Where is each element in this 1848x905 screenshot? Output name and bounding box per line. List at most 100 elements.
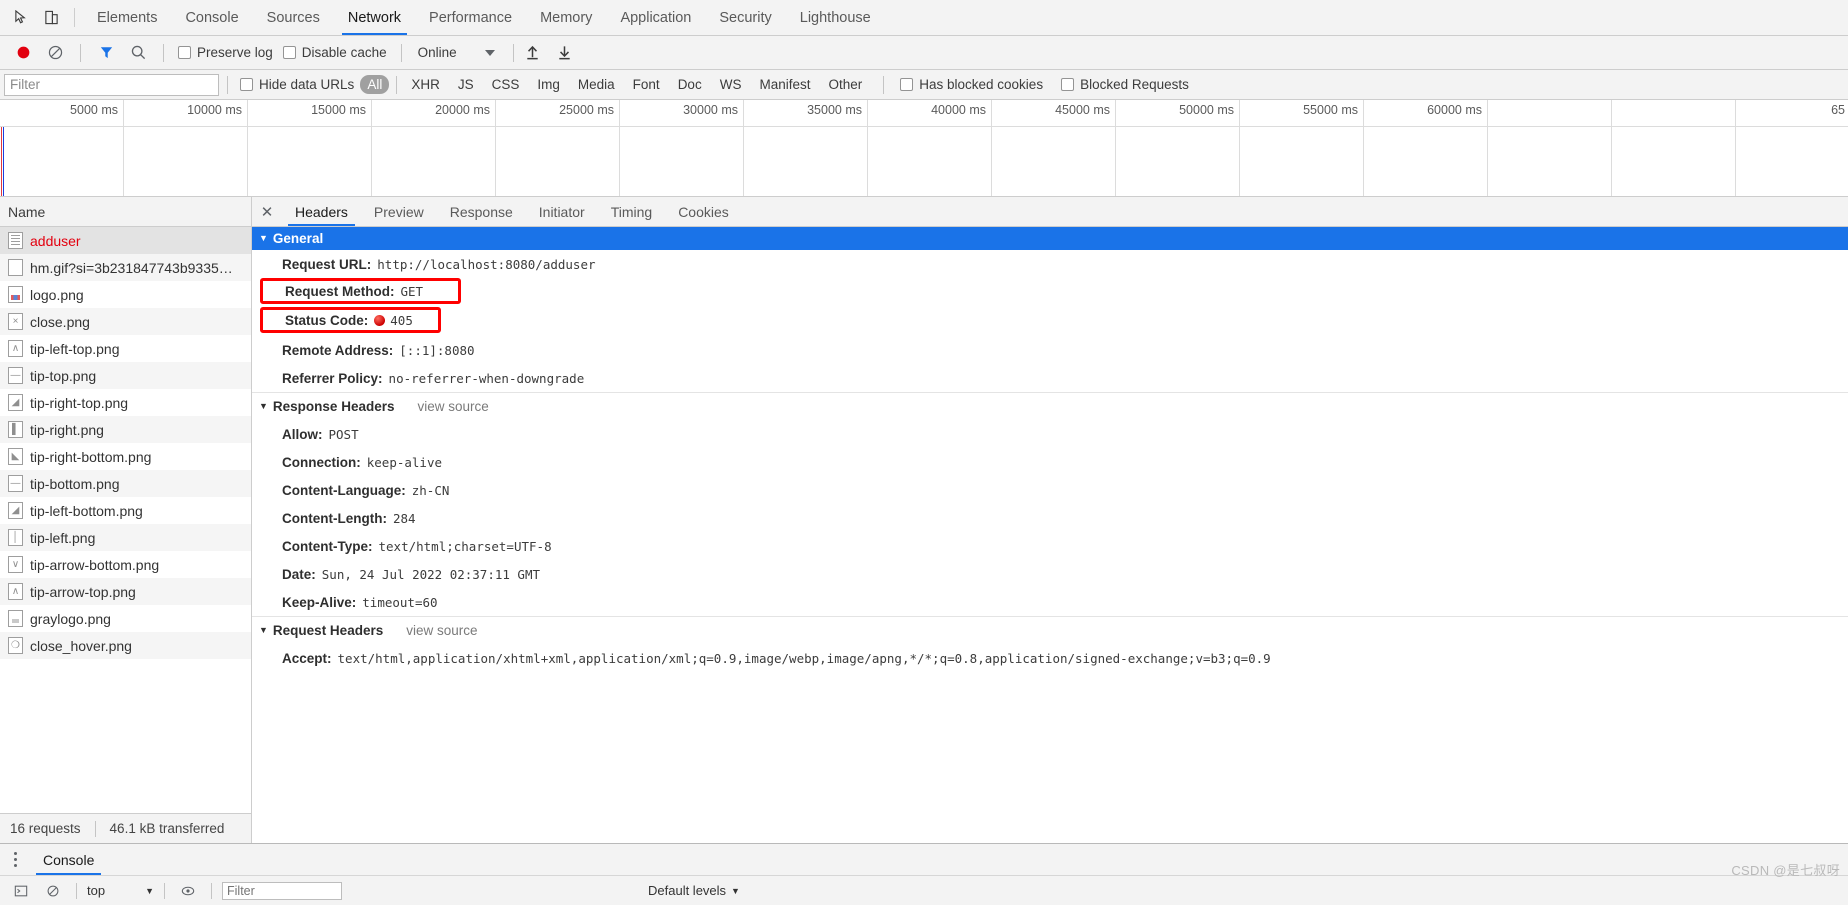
image-caret-up-icon: ∧ (8, 583, 23, 600)
cursor-select-icon[interactable] (6, 0, 36, 35)
table-row[interactable]: logo.png (0, 281, 251, 308)
tab-application[interactable]: Application (606, 0, 705, 35)
record-stop-icon[interactable] (8, 39, 38, 67)
type-filter-img[interactable]: Img (530, 75, 567, 94)
table-row[interactable]: ∧ tip-left-top.png (0, 335, 251, 362)
tab-security[interactable]: Security (705, 0, 785, 35)
preserve-log-checkbox[interactable]: Preserve log (174, 45, 277, 60)
tab-memory[interactable]: Memory (526, 0, 606, 35)
execution-context-select[interactable]: top ▼ (87, 883, 154, 898)
type-filter-other[interactable]: Other (821, 75, 869, 94)
tab-preview[interactable]: Preview (361, 197, 437, 226)
type-filter-doc[interactable]: Doc (671, 75, 709, 94)
network-overview-timeline[interactable]: 5000 ms 10000 ms 15000 ms 20000 ms 25000… (0, 100, 1848, 197)
tab-initiator[interactable]: Initiator (526, 197, 598, 226)
image-bar-icon: ▌ (8, 421, 23, 438)
header-key: Connection: (282, 454, 361, 470)
header-key: Date: (282, 566, 316, 582)
filter-input[interactable] (4, 73, 219, 96)
tab-lighthouse[interactable]: Lighthouse (786, 0, 885, 35)
tab-sources[interactable]: Sources (253, 0, 334, 35)
section-header-general[interactable]: ▼ General (252, 227, 1848, 250)
watermark: CSDN @是七叔呀 (1731, 863, 1840, 878)
console-drawer: Console top ▼ Filter Default levels ▼ (0, 843, 1848, 905)
table-row[interactable]: ◢ tip-left-bottom.png (0, 497, 251, 524)
throttling-select-value[interactable]: Online (412, 45, 457, 60)
table-row[interactable]: — tip-bottom.png (0, 470, 251, 497)
request-name: tip-bottom.png (30, 475, 120, 492)
tab-performance[interactable]: Performance (415, 0, 526, 35)
device-toolbar-icon[interactable] (36, 0, 66, 35)
header-value: http://localhost:8080/adduser (377, 256, 596, 272)
hide-data-urls-checkbox[interactable]: Hide data URLs (236, 77, 358, 92)
tab-elements[interactable]: Elements (83, 0, 171, 35)
header-value: Sun, 24 Jul 2022 02:37:11 GMT (321, 566, 541, 582)
section-header-response-headers[interactable]: ▼ Response Headers view source (252, 392, 1848, 420)
type-filter-all[interactable]: All (360, 75, 390, 94)
clear-console-icon[interactable] (40, 884, 66, 898)
request-name: tip-left-top.png (30, 340, 120, 357)
close-icon[interactable]: ✕ (252, 197, 282, 226)
type-filter-ws[interactable]: WS (713, 75, 749, 94)
type-filter-xhr[interactable]: XHR (404, 75, 447, 94)
section-header-request-headers[interactable]: ▼ Request Headers view source (252, 616, 1848, 644)
has-blocked-cookies-checkbox[interactable]: Has blocked cookies (896, 77, 1047, 92)
live-expression-icon[interactable] (175, 884, 201, 898)
table-row[interactable]: ◣ tip-right-bottom.png (0, 443, 251, 470)
view-source-link[interactable]: view source (417, 399, 488, 414)
console-filter-input[interactable] (222, 881, 342, 900)
more-options-icon[interactable] (0, 844, 30, 875)
table-row[interactable]: ∨ tip-arrow-bottom.png (0, 551, 251, 578)
table-row[interactable]: adduser (0, 227, 251, 254)
tab-response[interactable]: Response (437, 197, 526, 226)
filterbar-divider-3 (883, 75, 885, 94)
clear-icon[interactable] (40, 39, 70, 67)
tab-network[interactable]: Network (334, 0, 415, 35)
table-row[interactable]: hm.gif?si=3b231847743b9335… (0, 254, 251, 281)
console-levels-select[interactable]: Default levels ▼ (648, 883, 740, 898)
header-key: Status Code: (285, 312, 369, 328)
table-row[interactable]: ▌ tip-right.png (0, 416, 251, 443)
tab-cookies[interactable]: Cookies (665, 197, 742, 226)
chevron-down-icon[interactable] (484, 49, 495, 56)
tab-console[interactable]: Console (171, 0, 252, 35)
filterbar-divider-2 (396, 75, 398, 94)
overview-tick-label: 45000 ms (1055, 103, 1110, 117)
request-list-body[interactable]: adduser hm.gif?si=3b231847743b9335… logo… (0, 227, 251, 813)
type-filter-css[interactable]: CSS (485, 75, 527, 94)
type-filter-font[interactable]: Font (626, 75, 667, 94)
detail-tab-label: Response (449, 203, 513, 220)
blocked-requests-checkbox[interactable]: Blocked Requests (1057, 77, 1193, 92)
view-source-link[interactable]: view source (406, 623, 477, 638)
table-row[interactable]: — tip-top.png (0, 362, 251, 389)
header-value: timeout=60 (362, 594, 438, 610)
filter-funnel-icon[interactable] (91, 39, 121, 67)
type-filter-js[interactable]: JS (451, 75, 481, 94)
header-row-allow: Allow: POST (252, 420, 1848, 448)
table-row[interactable]: ◢ tip-right-top.png (0, 389, 251, 416)
header-value: text/html,application/xhtml+xml,applicat… (337, 650, 1271, 666)
type-filter-manifest[interactable]: Manifest (752, 75, 817, 94)
import-har-icon[interactable] (518, 39, 548, 67)
table-row[interactable]: graylogo.png (0, 605, 251, 632)
tab-timing[interactable]: Timing (598, 197, 666, 226)
export-har-icon[interactable] (550, 39, 580, 67)
execution-context-icon[interactable] (8, 884, 34, 898)
network-main-split: Name adduser hm.gif?si=3b231847743b9335…… (0, 197, 1848, 843)
table-row[interactable]: ∧ tip-arrow-top.png (0, 578, 251, 605)
search-icon[interactable] (123, 39, 153, 67)
request-list-header[interactable]: Name (0, 197, 251, 227)
tab-label: Lighthouse (799, 9, 871, 26)
disable-cache-checkbox[interactable]: Disable cache (279, 45, 391, 60)
tab-headers[interactable]: Headers (282, 197, 361, 226)
drawer-tab-console[interactable]: Console (30, 844, 107, 875)
overview-tick-label: 10000 ms (187, 103, 242, 117)
table-row[interactable]: │ tip-left.png (0, 524, 251, 551)
table-row[interactable]: × close.png (0, 308, 251, 335)
image-tip-right-top-icon: ◢ (8, 394, 23, 411)
header-row-accept: Accept: text/html,application/xhtml+xml,… (252, 644, 1848, 672)
table-row[interactable]: ❍ close_hover.png (0, 632, 251, 659)
blocked-requests-label: Blocked Requests (1080, 77, 1189, 92)
overview-tick-label: 5000 ms (70, 103, 118, 117)
type-filter-media[interactable]: Media (571, 75, 622, 94)
